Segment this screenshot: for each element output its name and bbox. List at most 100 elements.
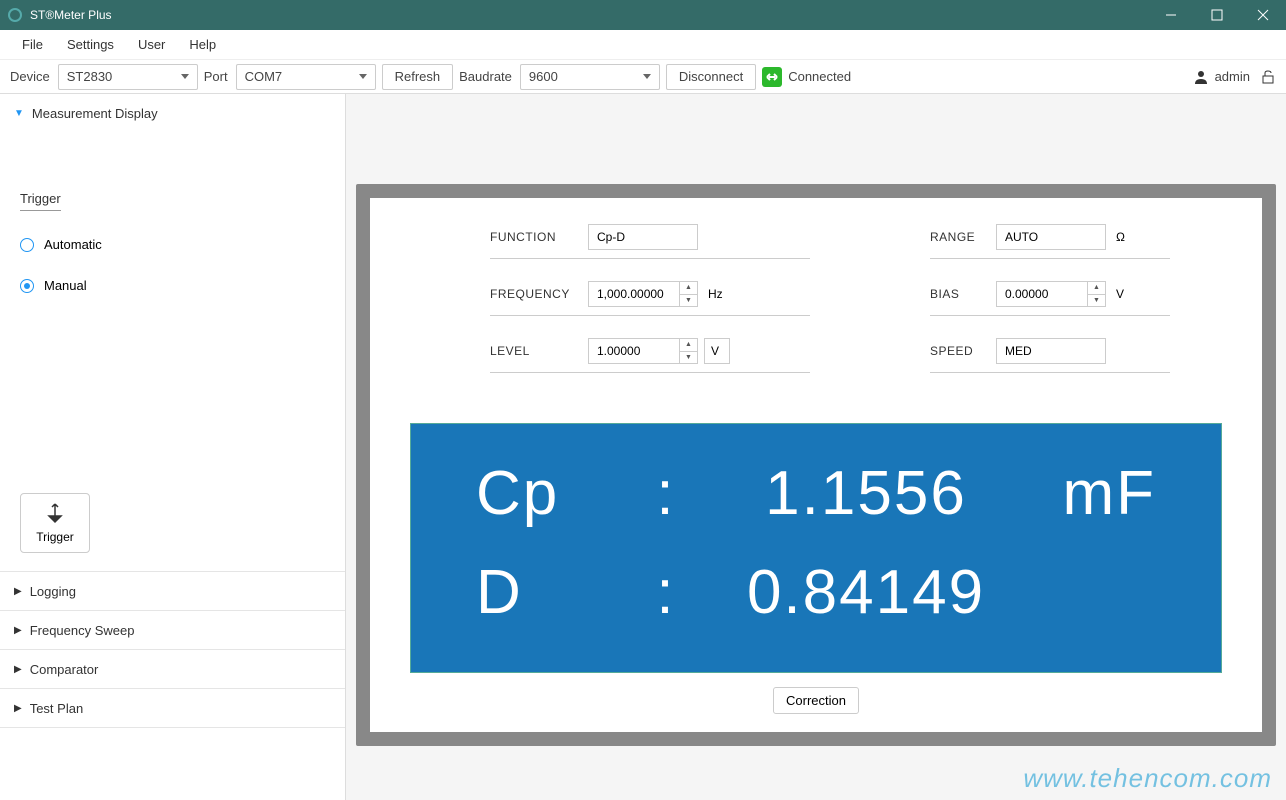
radio-label: Automatic <box>44 237 102 252</box>
settings-grid: FUNCTION Cp-D FREQUENCY 1,000.00000▲▼ Hz… <box>490 224 1222 373</box>
readout-primary-name: Cp <box>476 444 636 543</box>
function-select[interactable]: Cp-D <box>588 224 698 250</box>
accordion-label: Logging <box>30 584 76 599</box>
sidebar: ▼ Measurement Display Trigger Automatic … <box>0 94 346 800</box>
setting-frequency: FREQUENCY 1,000.00000▲▼ Hz <box>490 281 810 316</box>
device-value: ST2830 <box>67 69 113 84</box>
spinner-up-icon[interactable]: ▲ <box>680 339 697 352</box>
menu-settings[interactable]: Settings <box>55 30 126 59</box>
accordion-label: Frequency Sweep <box>30 623 135 638</box>
app-icon <box>8 8 22 22</box>
level-value: 1.00000 <box>589 339 679 363</box>
frequency-value: 1,000.00000 <box>589 282 679 306</box>
accordion-label: Measurement Display <box>32 106 158 121</box>
accordion-logging: ▶Logging <box>0 572 345 611</box>
accordion-header-logging[interactable]: ▶Logging <box>0 572 345 610</box>
setting-level: LEVEL 1.00000▲▼ V <box>490 338 810 373</box>
spinner-down-icon[interactable]: ▼ <box>680 352 697 364</box>
port-value: COM7 <box>245 69 283 84</box>
user-name: admin <box>1215 69 1250 84</box>
main-content: ▼ Measurement Display Trigger Automatic … <box>0 94 1286 800</box>
refresh-button[interactable]: Refresh <box>382 64 454 90</box>
trigger-button[interactable]: Trigger <box>20 493 90 553</box>
bias-input[interactable]: 0.00000▲▼ <box>996 281 1106 307</box>
range-value: AUTO <box>1005 230 1038 244</box>
chevron-right-icon: ▶ <box>14 703 22 714</box>
menu-help[interactable]: Help <box>177 30 228 59</box>
bias-unit: V <box>1116 287 1124 301</box>
trigger-section-title: Trigger <box>20 191 61 211</box>
colon: : <box>636 444 696 543</box>
frequency-input[interactable]: 1,000.00000▲▼ <box>588 281 698 307</box>
connected-icon <box>762 67 782 87</box>
chevron-right-icon: ▶ <box>14 664 22 675</box>
bias-value: 0.00000 <box>997 282 1087 306</box>
accordion-measurement-display: ▼ Measurement Display Trigger Automatic … <box>0 94 345 572</box>
accordion-header-freq-sweep[interactable]: ▶ Frequency Sweep <box>0 611 345 649</box>
accordion-header-comparator[interactable]: ▶ Comparator <box>0 650 345 688</box>
bias-label: BIAS <box>930 287 990 301</box>
speed-select[interactable]: MED <box>996 338 1106 364</box>
radio-icon <box>20 238 34 252</box>
maximize-button[interactable] <box>1194 0 1240 30</box>
range-select[interactable]: AUTO <box>996 224 1106 250</box>
chevron-down-icon: ▼ <box>14 108 24 119</box>
radio-automatic[interactable]: Automatic <box>20 237 325 252</box>
level-unit: V <box>711 344 719 358</box>
accordion-label: Comparator <box>30 662 99 677</box>
correction-button[interactable]: Correction <box>773 687 859 714</box>
chevron-right-icon: ▶ <box>14 625 22 636</box>
range-label: RANGE <box>930 230 990 244</box>
frequency-label: FREQUENCY <box>490 287 582 301</box>
accordion-header-measurement[interactable]: ▼ Measurement Display <box>0 94 345 132</box>
chevron-down-icon <box>181 74 189 79</box>
range-unit: Ω <box>1116 230 1125 244</box>
close-button[interactable] <box>1240 0 1286 30</box>
connection-status: Connected <box>788 69 851 84</box>
measurement-display: Cp : 1.1556 mF D : 0.84149 <box>410 423 1222 673</box>
menu-file[interactable]: File <box>10 30 55 59</box>
accordion-test-plan: ▶ Test Plan <box>0 689 345 728</box>
baudrate-select[interactable]: 9600 <box>520 64 660 90</box>
radio-manual[interactable]: Manual <box>20 278 325 293</box>
accordion-label: Test Plan <box>30 701 83 716</box>
accordion-frequency-sweep: ▶ Frequency Sweep <box>0 611 345 650</box>
spinner-down-icon[interactable]: ▼ <box>680 295 697 307</box>
level-input[interactable]: 1.00000▲▼ <box>588 338 698 364</box>
level-unit-select[interactable]: V <box>704 338 730 364</box>
speed-value: MED <box>1005 344 1032 358</box>
port-label: Port <box>204 69 228 84</box>
port-select[interactable]: COM7 <box>236 64 376 90</box>
chevron-down-icon <box>643 74 651 79</box>
spinner-down-icon[interactable]: ▼ <box>1088 295 1105 307</box>
arrow-down-icon <box>43 502 67 526</box>
setting-bias: BIAS 0.00000▲▼ V <box>930 281 1170 316</box>
correction-row: Correction <box>410 687 1222 714</box>
spinner-up-icon[interactable]: ▲ <box>680 282 697 295</box>
setting-speed: SPEED MED <box>930 338 1170 373</box>
readout-primary-unit: mF <box>1036 444 1156 543</box>
title-bar: ST®Meter Plus <box>0 0 1286 30</box>
minimize-button[interactable] <box>1148 0 1194 30</box>
app-title: ST®Meter Plus <box>30 8 112 22</box>
disconnect-button[interactable]: Disconnect <box>666 64 756 90</box>
panel: FUNCTION Cp-D FREQUENCY 1,000.00000▲▼ Hz… <box>370 198 1262 732</box>
panel-frame: FUNCTION Cp-D FREQUENCY 1,000.00000▲▼ Hz… <box>356 184 1276 746</box>
readout-secondary: D : 0.84149 <box>461 543 1171 642</box>
colon: : <box>636 543 696 642</box>
setting-function: FUNCTION Cp-D <box>490 224 810 259</box>
menu-user[interactable]: User <box>126 30 177 59</box>
readout-primary: Cp : 1.1556 mF <box>461 444 1171 543</box>
device-select[interactable]: ST2830 <box>58 64 198 90</box>
level-label: LEVEL <box>490 344 582 358</box>
spinner-up-icon[interactable]: ▲ <box>1088 282 1105 295</box>
baudrate-label: Baudrate <box>459 69 512 84</box>
accordion-comparator: ▶ Comparator <box>0 650 345 689</box>
device-label: Device <box>10 69 50 84</box>
accordion-header-test-plan[interactable]: ▶ Test Plan <box>0 689 345 727</box>
chevron-down-icon <box>359 74 367 79</box>
readout-primary-value: 1.1556 <box>696 444 1036 543</box>
unlock-icon[interactable] <box>1260 69 1276 85</box>
canvas: FUNCTION Cp-D FREQUENCY 1,000.00000▲▼ Hz… <box>346 94 1286 800</box>
frequency-unit: Hz <box>708 287 723 301</box>
